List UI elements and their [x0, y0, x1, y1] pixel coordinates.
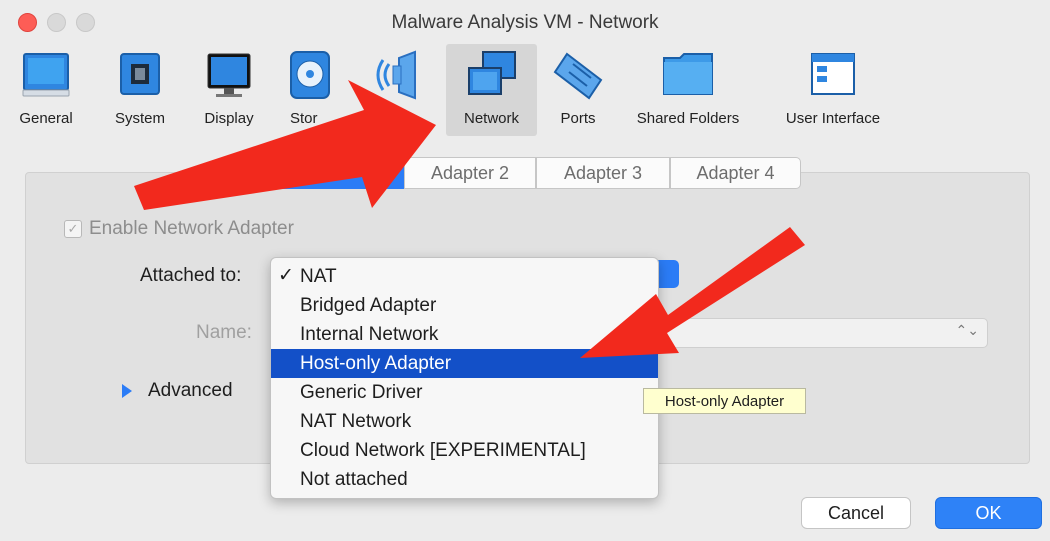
ok-button[interactable]: OK — [935, 497, 1042, 529]
toolbar-shared-folders-label: Shared Folders — [636, 110, 740, 127]
toolbar-system[interactable]: System — [100, 44, 180, 136]
title-bar: Malware Analysis VM - Network — [0, 0, 1050, 44]
toolbar-system-label: System — [114, 110, 165, 127]
audio-icon — [376, 50, 416, 100]
toolbar-storage-label: Stor — [290, 110, 318, 127]
menu-item-label: Cloud Network [EXPERIMENTAL] — [300, 439, 586, 461]
toolbar-storage[interactable]: Stor — [282, 44, 338, 136]
window-title: Malware Analysis VM - Network — [391, 12, 659, 33]
updown-chevron-icon: ⌃⌄ — [955, 322, 979, 338]
toolbar-general-label: General — [19, 110, 73, 127]
network-icon — [467, 51, 516, 95]
tab-adapter-2[interactable]: Adapter 2 — [404, 157, 536, 189]
menu-item-label: NAT — [300, 265, 337, 287]
menu-item-label: Generic Driver — [300, 381, 423, 403]
adapter-tabs: Adapter 2 Adapter 3 Adapter 4 — [268, 157, 801, 189]
toolbar-user-interface[interactable]: User Interface — [772, 44, 894, 136]
display-icon — [207, 53, 251, 97]
toolbar-ports-label: Ports — [560, 110, 596, 127]
menu-item-host-only-adapter[interactable]: Host-only Adapter — [271, 349, 658, 378]
attached-to-label: Attached to: — [140, 265, 242, 286]
attached-to-dropdown-menu: ✓ NAT Bridged Adapter Internal Network H… — [270, 257, 659, 499]
menu-item-bridged-adapter[interactable]: Bridged Adapter — [271, 291, 658, 320]
enable-adapter-checkbox[interactable]: ✓ — [64, 220, 82, 238]
menu-item-label: Host-only Adapter — [300, 352, 452, 374]
system-icon — [120, 53, 160, 95]
ports-icon — [553, 52, 603, 100]
menu-item-label: Bridged Adapter — [300, 294, 437, 316]
tab-adapter-4[interactable]: Adapter 4 — [670, 157, 801, 189]
menu-item-label: NAT Network — [300, 410, 412, 432]
tab-adapter-3[interactable]: Adapter 3 — [536, 157, 670, 189]
cancel-button[interactable]: Cancel — [801, 497, 911, 529]
settings-window: Malware Analysis VM - Network General Sy… — [0, 0, 1050, 541]
user-interface-icon — [811, 53, 855, 95]
menu-item-label: Not attached — [300, 468, 408, 490]
enable-adapter-row[interactable]: ✓ Enable Network Adapter — [64, 218, 294, 240]
toolbar-network[interactable]: Network — [446, 44, 537, 136]
tab-adapter-1[interactable] — [268, 157, 404, 189]
enable-adapter-label: Enable Network Adapter — [89, 218, 294, 239]
settings-toolbar: General System Display Stor Network Port… — [0, 44, 1050, 136]
toolbar-user-interface-label: User Interface — [785, 110, 881, 127]
menu-item-generic-driver[interactable]: Generic Driver — [271, 378, 658, 407]
advanced-label: Advanced — [148, 380, 233, 401]
shared-folders-icon — [663, 53, 713, 95]
toolbar-general[interactable]: General — [4, 44, 88, 136]
toolbar-ports[interactable]: Ports — [545, 44, 611, 136]
menu-item-internal-network[interactable]: Internal Network — [271, 320, 658, 349]
name-label: Name: — [196, 322, 252, 343]
advanced-disclosure[interactable]: Advanced — [122, 380, 233, 402]
menu-item-label: Internal Network — [300, 323, 439, 345]
name-combo[interactable]: ⌃⌄ — [640, 318, 988, 348]
menu-item-nat-network[interactable]: NAT Network — [271, 407, 658, 436]
disclosure-triangle-icon — [122, 384, 132, 398]
toolbar-audio[interactable] — [368, 44, 438, 136]
toolbar-network-label: Network — [463, 110, 519, 127]
checkmark-icon: ✓ — [278, 265, 294, 286]
storage-icon — [290, 51, 330, 99]
toolbar-display-label: Display — [204, 110, 254, 127]
menu-item-nat[interactable]: ✓ NAT — [271, 262, 658, 291]
menu-item-not-attached[interactable]: Not attached — [271, 465, 658, 494]
general-icon — [22, 53, 70, 97]
menu-item-cloud-network[interactable]: Cloud Network [EXPERIMENTAL] — [271, 436, 658, 465]
toolbar-shared-folders[interactable]: Shared Folders — [622, 44, 754, 136]
tooltip: Host-only Adapter — [643, 388, 806, 414]
toolbar-display[interactable]: Display — [190, 44, 268, 136]
